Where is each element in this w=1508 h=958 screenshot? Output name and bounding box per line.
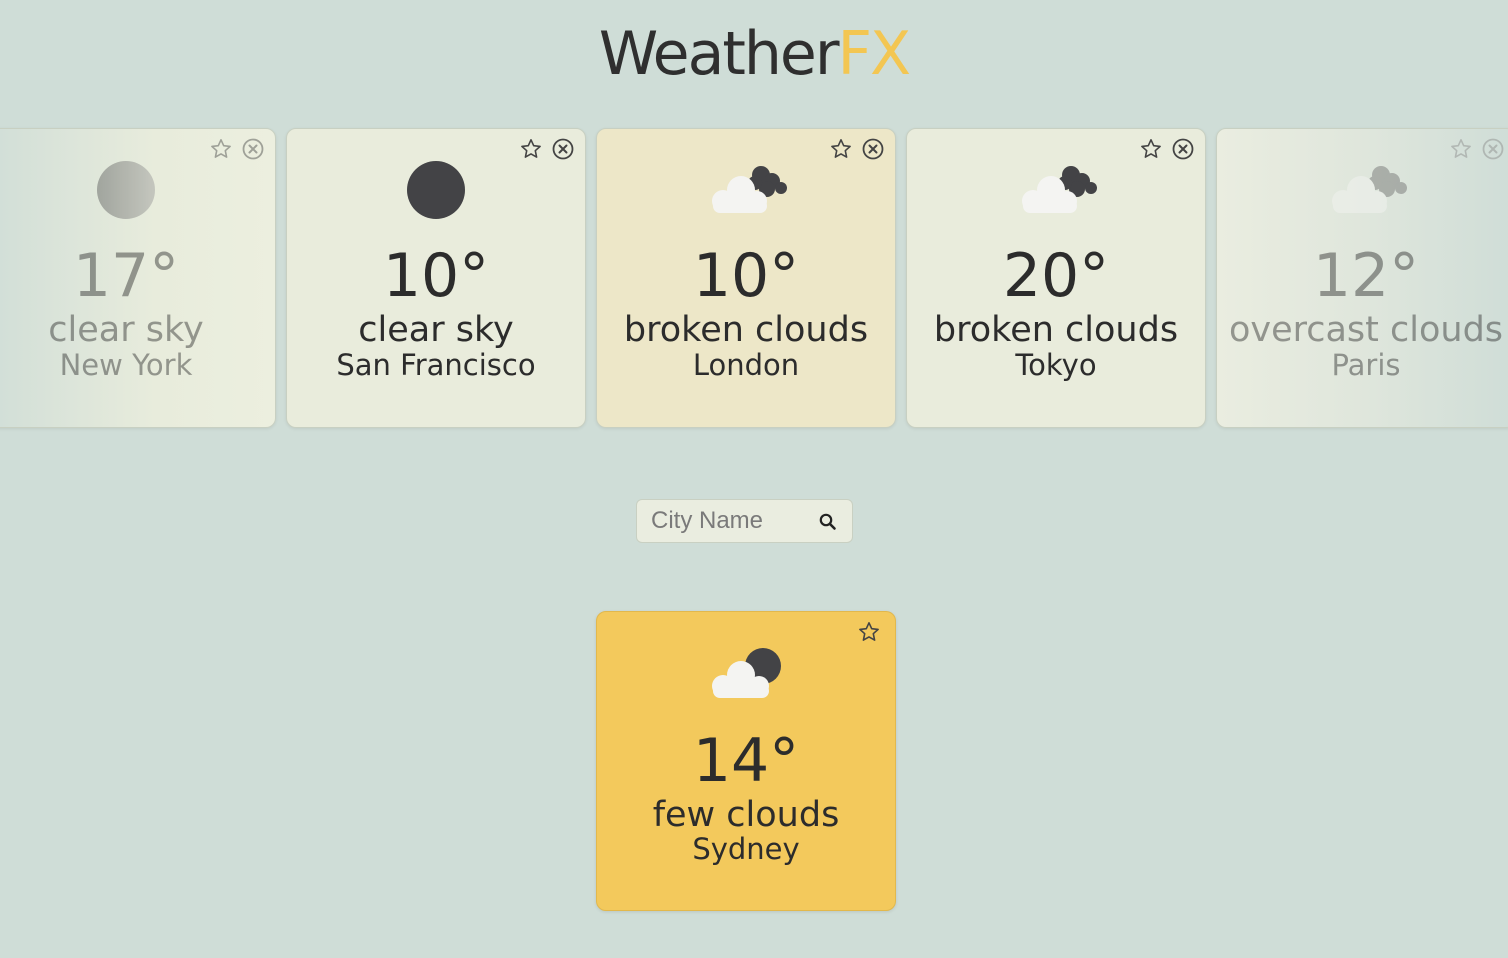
remove-close-icon[interactable] (1481, 137, 1505, 161)
city-search-input[interactable] (637, 506, 813, 536)
favorite-star-icon[interactable] (857, 620, 881, 644)
weather-description: broken clouds (933, 310, 1179, 350)
city-card-tokyo[interactable]: 20° broken clouds Tokyo (906, 128, 1206, 428)
weather-description: clear sky (48, 310, 204, 350)
favorite-star-icon[interactable] (1139, 137, 1163, 161)
city-card-san-francisco[interactable]: 10° clear sky San Francisco (286, 128, 586, 428)
favorite-star-icon[interactable] (1449, 137, 1473, 161)
overcast-clouds-icon (1321, 159, 1411, 221)
city-name: Tokyo (1015, 348, 1097, 382)
temperature: 10° (382, 241, 490, 311)
weather-description: broken clouds (623, 310, 869, 350)
remove-close-icon[interactable] (241, 137, 265, 161)
clear-night-icon (81, 159, 171, 221)
remove-close-icon[interactable] (551, 137, 575, 161)
temperature: 20° (1002, 241, 1110, 311)
favorite-star-icon[interactable] (519, 137, 543, 161)
broken-clouds-icon (701, 159, 791, 221)
temperature: 10° (692, 241, 800, 311)
temperature: 14° (692, 726, 800, 796)
city-card-paris[interactable]: 12° overcast clouds Paris (1216, 128, 1508, 428)
few-clouds-night-icon (701, 642, 791, 704)
city-name: Sydney (692, 832, 800, 866)
search-result-card-sydney[interactable]: 14° few clouds Sydney (596, 611, 896, 911)
app-logo: WeatherFX (0, 18, 1508, 90)
city-name: San Francisco (336, 348, 536, 382)
logo-accent-text: FX (837, 19, 912, 89)
clear-night-icon (391, 159, 481, 221)
remove-close-icon[interactable] (1171, 137, 1195, 161)
city-name: London (692, 348, 800, 382)
broken-clouds-icon (1011, 159, 1101, 221)
favorite-star-icon[interactable] (209, 137, 233, 161)
city-name: New York (59, 348, 193, 382)
remove-close-icon[interactable] (861, 137, 885, 161)
city-card-london[interactable]: 10° broken clouds London (596, 128, 896, 428)
city-card-new-york[interactable]: 17° clear sky New York (0, 128, 276, 428)
weather-description: clear sky (358, 310, 514, 350)
city-name: Paris (1331, 348, 1401, 382)
logo-main-text: Weather (598, 19, 840, 89)
favorite-star-icon[interactable] (829, 137, 853, 161)
city-carousel[interactable]: 17° clear sky New York 10° clear sky San… (0, 128, 1508, 428)
temperature: 12° (1312, 241, 1420, 311)
weather-description: overcast clouds (1228, 310, 1504, 350)
temperature: 17° (72, 241, 180, 311)
weather-description: few clouds (652, 795, 840, 835)
search-icon[interactable] (818, 512, 838, 532)
city-search-box (636, 499, 853, 543)
